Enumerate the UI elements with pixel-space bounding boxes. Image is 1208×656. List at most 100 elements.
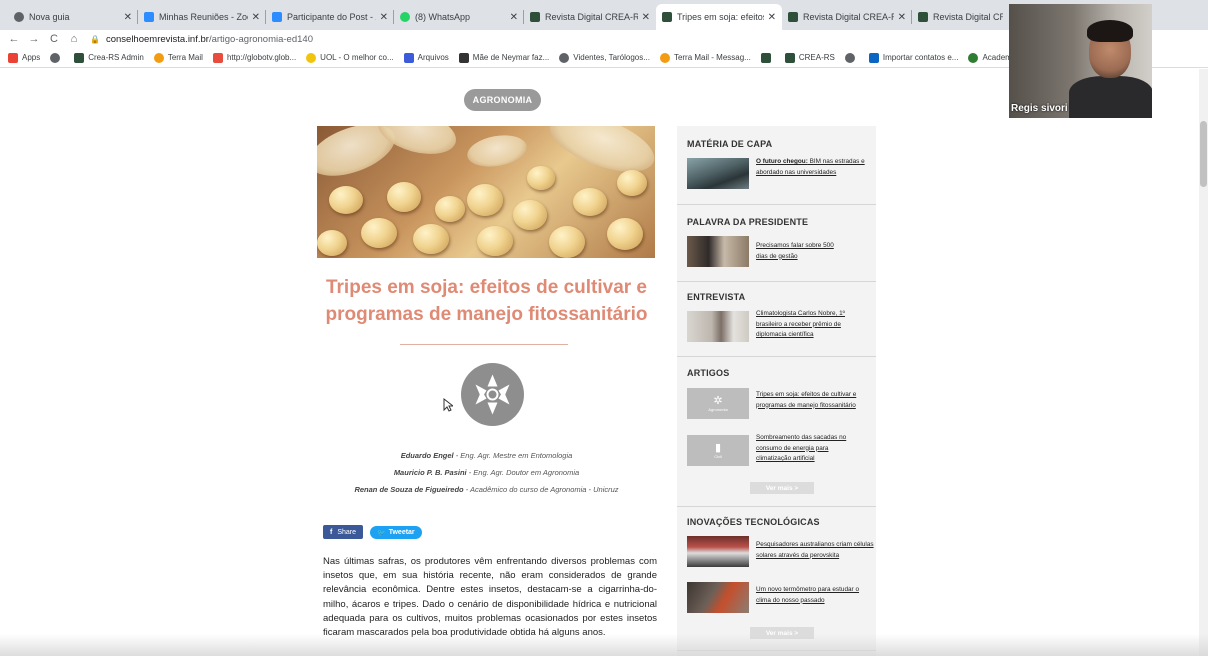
tab-title: (8) WhatsApp xyxy=(415,12,471,22)
globe-icon xyxy=(559,52,570,63)
article-title: Tripes em soja: efeitos de cultivar e pr… xyxy=(325,277,648,325)
tweet-button[interactable]: 🐦 Tweetar xyxy=(370,526,422,539)
bookmark-videntes[interactable]: Videntes, Tarólogos... xyxy=(559,52,650,63)
bookmark-terra-messag[interactable]: Terra Mail - Messag... xyxy=(659,52,751,63)
bookmark-neymar[interactable]: Mãe de Neymar faz... xyxy=(458,52,549,63)
bookmark-uol[interactable]: UOL - O melhor co... xyxy=(306,52,394,63)
tab-zoom-participante[interactable]: Participante do Post - Zoo ✕ xyxy=(266,4,394,30)
section-heading-artigos: ARTIGOS xyxy=(687,368,730,378)
tab-whatsapp[interactable]: (8) WhatsApp ✕ xyxy=(394,4,524,30)
inovacao-thumbnail-termometro[interactable] xyxy=(687,582,749,613)
home-icon[interactable]: ⌂ xyxy=(64,33,84,45)
crea-icon xyxy=(918,12,928,22)
tab-revista-2[interactable]: Revista Digital CREA-RS | c ✕ xyxy=(782,4,912,30)
presidente-link[interactable]: Precisamos falar sobre 500 dias de gestã… xyxy=(756,241,836,262)
zoom-icon xyxy=(272,12,282,22)
crea-icon xyxy=(530,12,540,22)
author-line: Renan de Souza de Figueiredo - Acadêmico… xyxy=(354,485,619,494)
author-line: Eduardo Engel - Eng. Agr. Mestre em Ento… xyxy=(400,451,573,460)
back-arrow-icon[interactable]: ← xyxy=(4,33,24,45)
zoom-icon xyxy=(144,12,154,22)
bookmark-arquivos[interactable]: Arquivos xyxy=(403,52,449,63)
bookmark-terra-mail[interactable]: Terra Mail xyxy=(153,52,203,63)
url-path: /artigo-agronomia-ed140 xyxy=(208,33,313,45)
sidebar: MATÉRIA DE CAPA O futuro chegou: BIM nas… xyxy=(677,126,876,656)
tab-revista-3[interactable]: Revista Digital CREA-RS xyxy=(912,4,1009,30)
browser-window: Nova guia ✕ Minhas Reuniões - Zoom ✕ Par… xyxy=(0,0,1208,656)
inovacao-link-solar[interactable]: Pesquisadores australianos criam células… xyxy=(756,540,874,561)
scrollbar-thumb[interactable] xyxy=(1200,121,1207,187)
bookmark-apps[interactable]: Apps xyxy=(8,52,40,63)
close-icon[interactable]: ✕ xyxy=(642,12,650,23)
whatsapp-icon xyxy=(400,12,410,22)
bookmark-crea-admin[interactable]: Crea-RS Admin xyxy=(74,52,144,63)
lock-icon: 🔒 xyxy=(90,34,100,44)
bookmark-globotv[interactable]: http://globotv.glob... xyxy=(212,52,296,63)
section-heading-inovacoes: INOVAÇÕES TECNOLÓGICAS xyxy=(687,517,820,527)
academia-icon xyxy=(968,52,979,63)
crea-icon xyxy=(788,12,798,22)
building-icon: ▮ xyxy=(714,441,722,454)
author-line: Mauricio P. B. Pasini - Eng. Agr. Doutor… xyxy=(393,468,580,477)
mouse-cursor-icon xyxy=(443,397,455,417)
reload-icon[interactable]: C xyxy=(44,33,64,45)
tab-title: Participante do Post - Zoo xyxy=(287,12,376,22)
tab-title: Nova guia xyxy=(29,12,70,22)
bookmark-linkedin[interactable]: Importar contatos e... xyxy=(868,52,958,63)
close-icon[interactable]: ✕ xyxy=(768,12,776,23)
close-icon[interactable]: ✕ xyxy=(252,12,260,23)
inovacao-thumbnail-solar[interactable] xyxy=(687,536,749,567)
forward-arrow-icon[interactable]: → xyxy=(24,33,44,45)
close-icon[interactable]: ✕ xyxy=(124,12,132,23)
folder-icon xyxy=(403,52,414,63)
bookmark-globe[interactable] xyxy=(50,52,64,63)
category-badge[interactable]: AGRONOMIA xyxy=(464,89,541,111)
globotv-icon xyxy=(212,52,223,63)
tab-zoom-reunioes[interactable]: Minhas Reuniões - Zoom ✕ xyxy=(138,4,266,30)
capa-thumbnail[interactable] xyxy=(687,158,749,189)
agronomia-category-icon xyxy=(461,363,524,426)
presidente-thumbnail[interactable] xyxy=(687,236,749,267)
artigo-link-sombreamento[interactable]: Sombreamento das sacadas no consumo de e… xyxy=(756,433,856,465)
participant-name: Regis sivori xyxy=(1011,103,1068,114)
facebook-icon: f xyxy=(330,528,333,536)
crea-icon xyxy=(760,52,771,63)
inovacao-link-termometro[interactable]: Um novo termômetro para estudar o clima … xyxy=(756,585,874,606)
globe-icon xyxy=(14,12,24,22)
bookmark-crea-blank[interactable] xyxy=(760,52,775,63)
capa-link[interactable]: O futuro chegou: BIM nas estradas e abor… xyxy=(756,157,874,178)
artigo-thumbnail-agronomia[interactable]: ✲ Agronomia xyxy=(687,388,749,419)
tab-nova-guia[interactable]: Nova guia ✕ xyxy=(8,4,138,30)
artigo-link-tripes[interactable]: Tripes em soja: efeitos de cultivar e pr… xyxy=(756,390,874,411)
tab-title: Tripes em soja: efeitos de c xyxy=(677,12,764,22)
article-authors: Eduardo Engel - Eng. Agr. Mestre em Ento… xyxy=(318,447,655,498)
url-domain: conselhoemrevista.inf.br xyxy=(105,33,209,45)
bookmark-globe-2[interactable] xyxy=(844,52,859,63)
globe-icon xyxy=(50,52,61,63)
terra-icon xyxy=(153,52,164,63)
entrevista-thumbnail[interactable] xyxy=(687,311,749,342)
crea-icon xyxy=(662,12,672,22)
entrevista-link[interactable]: Climatologista Carlos Nobre, 1º brasilei… xyxy=(756,309,860,341)
section-heading-presidente: PALAVRA DA PRESIDENTE xyxy=(687,217,809,227)
crea-icon xyxy=(784,52,795,63)
uol-icon xyxy=(306,52,317,63)
crea-icon xyxy=(74,52,85,63)
tab-revista-1[interactable]: Revista Digital CREA-RS | c ✕ xyxy=(524,4,656,30)
facebook-share-button[interactable]: f Share xyxy=(323,525,364,539)
close-icon[interactable]: ✕ xyxy=(898,12,906,23)
bookmark-crea-rs[interactable]: CREA-RS xyxy=(784,52,835,63)
close-icon[interactable]: ✕ xyxy=(380,12,388,23)
article-hero-image xyxy=(317,126,655,258)
address-bar[interactable]: 🔒 conselhoemrevista.inf.br/artigo-agrono… xyxy=(90,34,313,45)
section-heading-entrevista: ENTREVISTA xyxy=(687,292,746,302)
tab-tripes-active[interactable]: Tripes em soja: efeitos de c ✕ xyxy=(656,4,782,30)
news-icon xyxy=(458,52,469,63)
artigo-thumbnail-civil[interactable]: ▮ Civil xyxy=(687,435,749,466)
ver-mais-artigos-button[interactable]: Ver mais > xyxy=(750,482,814,494)
close-icon[interactable]: ✕ xyxy=(510,12,518,23)
zoom-video-tile[interactable]: Regis sivori xyxy=(1009,4,1152,118)
title-divider xyxy=(400,344,568,345)
section-heading-capa: MATÉRIA DE CAPA xyxy=(687,139,773,149)
article-body: Nas últimas safras, os produtores vêm en… xyxy=(323,556,657,639)
